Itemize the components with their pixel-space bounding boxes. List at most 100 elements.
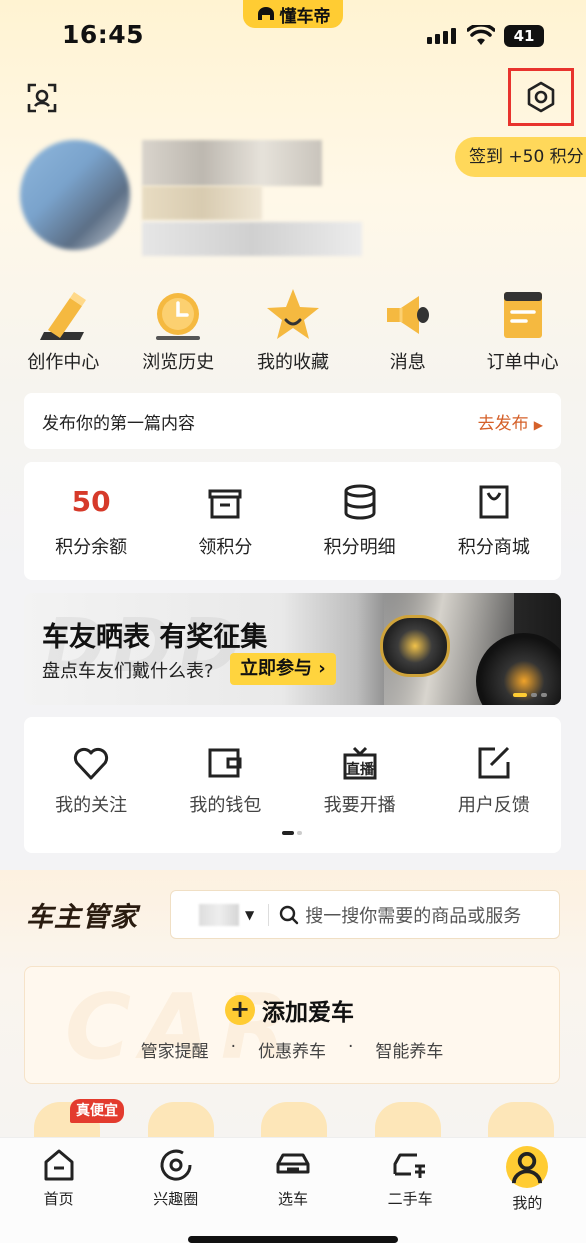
points-item-label: 积分商城: [457, 537, 530, 558]
tab-label: 我的: [512, 1194, 543, 1212]
circle-icon: [160, 1149, 192, 1181]
feedback-icon: [478, 746, 510, 779]
points-mall[interactable]: 积分商城: [427, 462, 561, 580]
quick-item-label: 消息: [389, 352, 426, 373]
search-icon: [280, 905, 299, 924]
publish-text: 发布你的第一篇内容: [42, 413, 195, 434]
publish-action[interactable]: 去发布 ▶: [478, 409, 543, 434]
quick-item-label: 订单中心: [486, 352, 559, 373]
tab-home[interactable]: 首页: [9, 1146, 109, 1243]
app-logo-icon: [257, 7, 274, 20]
megaphone-icon: [386, 296, 429, 334]
points-item-label: 领积分: [198, 537, 253, 558]
feature-label: 管家提醒: [140, 1042, 209, 1062]
username-blurred[interactable]: [142, 140, 322, 186]
tool-feedback[interactable]: 用户反馈: [427, 745, 561, 817]
box-icon: [208, 489, 242, 519]
add-car-card[interactable]: CAR + 添加爱车 管家提醒 · 优惠养车 · 智能养车: [24, 966, 560, 1084]
tool-follow[interactable]: 我的关注: [24, 745, 158, 817]
tool-label: 我要开播: [323, 795, 396, 816]
tab-bar: 首页 兴趣圈 选车 二手车 我的: [0, 1137, 586, 1243]
banner-watch-image: [380, 615, 450, 677]
scan-icon[interactable]: [26, 82, 58, 114]
tool-label: 我的钱包: [189, 795, 262, 816]
publish-action-label: 去发布: [477, 413, 529, 434]
home-indicator: [188, 1236, 398, 1243]
publish-card[interactable]: 发布你的第一篇内容 去发布 ▶: [24, 393, 561, 449]
points-balance-value: 50: [71, 485, 111, 518]
feature-separator: ·: [230, 1037, 236, 1057]
banner-subtitle: 盘点车友们戴什么表?: [42, 661, 214, 682]
feature-label: 优惠养车: [258, 1042, 326, 1062]
banner-title: 车友晒表 有奖征集: [42, 622, 268, 653]
tool-label: 我的关注: [55, 795, 128, 816]
user-tag-blurred: [142, 186, 262, 220]
points-earn[interactable]: 领积分: [158, 462, 292, 580]
points-balance[interactable]: 50 积分余额: [24, 462, 158, 580]
live-icon: 直播: [343, 746, 377, 780]
add-car-decoration: CAR: [65, 975, 301, 1080]
quick-menu: 创作中心 浏览历史 我的收藏 消息 订单中心: [6, 286, 580, 374]
settings-icon: [527, 81, 555, 113]
signin-button[interactable]: 签到 +50 积分: [455, 137, 586, 177]
city-selector-blurred[interactable]: [199, 903, 239, 926]
tab-label: 首页: [43, 1190, 74, 1208]
quick-item-history[interactable]: 浏览历史: [123, 286, 233, 374]
tab-label: 二手车: [387, 1190, 433, 1208]
tool-live[interactable]: 直播 我要开播: [293, 745, 427, 817]
plus-icon: +: [225, 995, 255, 1025]
home-icon: [44, 1149, 74, 1181]
add-car-label: 添加爱车: [262, 1000, 354, 1026]
app-badge-label: 懂车帝: [279, 6, 331, 27]
add-car-features: 管家提醒 · 优惠养车 · 智能养车: [25, 1037, 559, 1062]
quick-item-orders[interactable]: 订单中心: [468, 286, 578, 374]
clock-icon: [156, 293, 201, 340]
avatar[interactable]: [20, 140, 130, 250]
points-item-label: 积分明细: [323, 537, 396, 558]
tool-wallet[interactable]: 我的钱包: [158, 745, 292, 817]
used-car-icon: [393, 1153, 426, 1178]
points-details[interactable]: 积分明细: [293, 462, 427, 580]
pencil-icon: [40, 292, 87, 340]
shopping-bag-icon: [479, 485, 509, 519]
wallet-icon: [208, 748, 242, 778]
wifi-icon: [467, 25, 495, 45]
banner-cta-button[interactable]: 立即参与 ›: [230, 653, 336, 685]
signal-icon: [427, 28, 456, 44]
quick-item-favorites[interactable]: 我的收藏: [238, 286, 348, 374]
app-badge: 懂车帝: [243, 0, 343, 28]
tab-me[interactable]: 我的: [477, 1146, 577, 1243]
settings-button[interactable]: [508, 68, 574, 126]
status-time: 16:45: [62, 20, 145, 49]
points-item-label: 积分余额: [55, 537, 128, 558]
tab-interest[interactable]: 兴趣圈: [126, 1146, 226, 1243]
tab-label: 兴趣圈: [153, 1190, 199, 1208]
quick-item-label: 浏览历史: [142, 352, 215, 373]
search-divider: [268, 903, 270, 926]
promo-badge: 真便宜: [70, 1099, 124, 1123]
database-icon: [344, 484, 376, 520]
tab-select-car[interactable]: 选车: [243, 1146, 343, 1243]
order-icon: [503, 292, 542, 338]
tools-card: 我的关注 我的钱包 直播 我要开播 用户反馈: [24, 717, 561, 853]
star-icon: [266, 289, 319, 339]
car-manager-search[interactable]: ▼ 搜一搜你需要的商品或服务: [170, 890, 560, 939]
heart-icon: [74, 747, 109, 780]
quick-item-label: 我的收藏: [256, 352, 329, 373]
feature-label: 智能养车: [375, 1042, 444, 1062]
battery-indicator: 41: [504, 25, 544, 47]
tab-used-car[interactable]: 二手车: [360, 1146, 460, 1243]
quick-item-label: 创作中心: [27, 352, 100, 373]
promo-banner[interactable]: DDD 车友晒表 有奖征集 盘点车友们戴什么表? 立即参与 ›: [24, 593, 561, 705]
svg-text:直播: 直播: [346, 761, 375, 778]
triangle-right-icon: ▶: [533, 417, 543, 432]
points-card: 50 积分余额 领积分 积分明细 积分商城: [24, 462, 561, 580]
feature-separator: ·: [348, 1037, 354, 1057]
quick-item-create[interactable]: 创作中心: [8, 286, 118, 374]
caret-down-icon: ▼: [245, 907, 255, 922]
banner-pager: [513, 693, 547, 697]
tool-label: 用户反馈: [457, 795, 530, 816]
quick-item-messages[interactable]: 消息: [353, 286, 463, 374]
car-icon: [276, 1153, 310, 1174]
user-info-blurred: [142, 222, 362, 256]
